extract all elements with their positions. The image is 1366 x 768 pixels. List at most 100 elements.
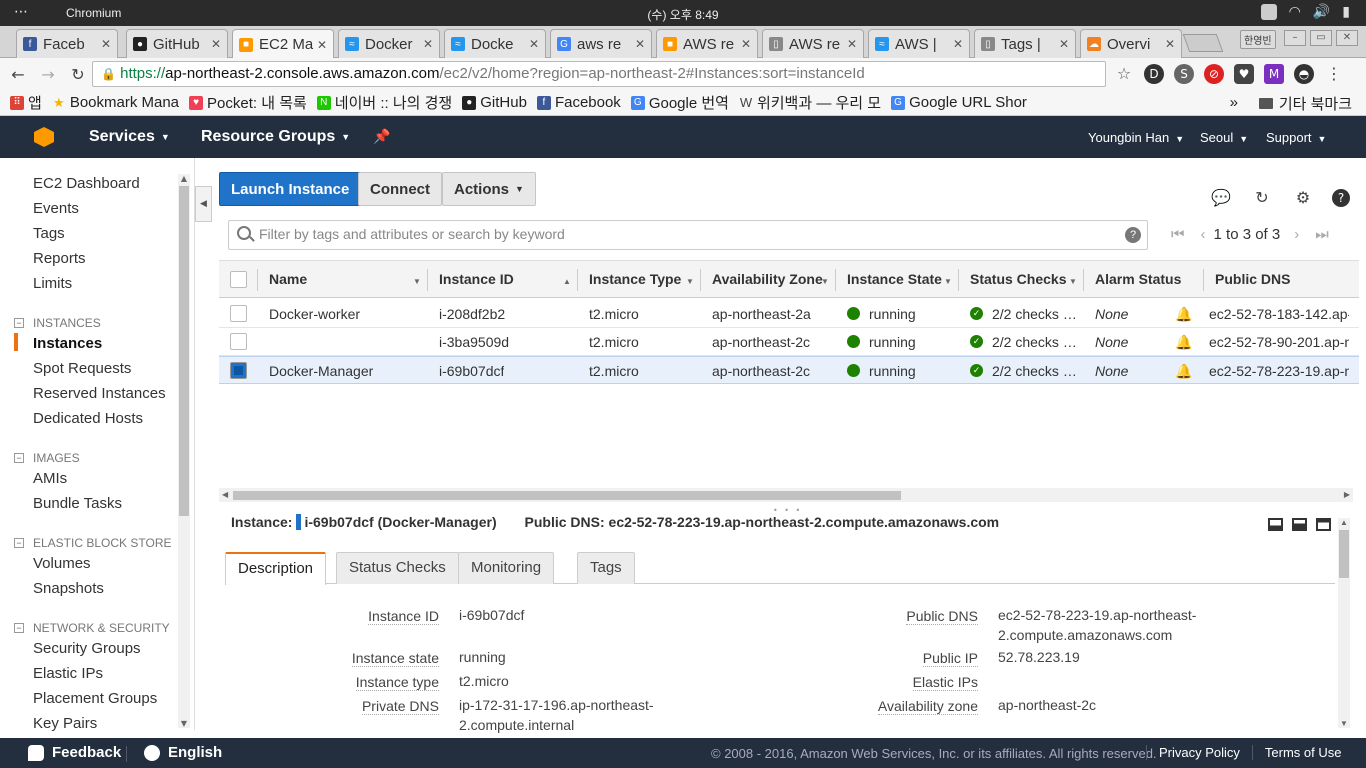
row-checkbox[interactable] bbox=[230, 305, 247, 322]
column-divider[interactable] bbox=[958, 269, 959, 291]
last-page-icon[interactable]: ⏭ bbox=[1315, 226, 1329, 243]
close-icon[interactable]: ✕ bbox=[1059, 37, 1069, 51]
services-menu[interactable]: Services ▼ bbox=[89, 128, 170, 146]
cell-status-checks[interactable]: 2/2 checks … bbox=[992, 306, 1077, 322]
scrollbar-thumb[interactable] bbox=[1339, 530, 1349, 578]
bookmark-item[interactable]: N 네이버 :: 나의 경쟁 bbox=[316, 92, 452, 113]
close-icon[interactable]: ✕ bbox=[317, 38, 327, 52]
column-header[interactable]: Alarm Status bbox=[1095, 271, 1181, 287]
reload-icon[interactable]: ↻ bbox=[66, 65, 90, 84]
gear-icon[interactable]: ⚙ bbox=[1293, 188, 1313, 208]
tab-tags[interactable]: Tags bbox=[577, 552, 635, 584]
browser-tab[interactable]: Gaws re ✕ bbox=[550, 29, 652, 58]
column-header[interactable]: Name bbox=[269, 271, 307, 287]
scroll-up-icon[interactable]: ▲ bbox=[1338, 518, 1350, 527]
close-icon[interactable]: ✕ bbox=[847, 37, 857, 51]
sidebar-section-header[interactable]: − INSTANCES bbox=[14, 316, 101, 330]
column-divider[interactable] bbox=[427, 269, 428, 291]
scroll-down-icon[interactable]: ▼ bbox=[1338, 719, 1350, 728]
pin-icon[interactable]: 📌 bbox=[373, 128, 390, 145]
resource-groups-menu[interactable]: Resource Groups ▼ bbox=[201, 128, 350, 146]
user-menu[interactable]: Youngbin Han ▼ bbox=[1088, 130, 1184, 145]
pane-max-icon[interactable] bbox=[1316, 518, 1331, 531]
filter-search-input[interactable]: Filter by tags and attributes or search … bbox=[228, 220, 1148, 250]
tab-description[interactable]: Description bbox=[225, 552, 327, 585]
update-icon[interactable] bbox=[1260, 4, 1277, 20]
sidebar-item[interactable]: Snapshots bbox=[33, 580, 104, 597]
sidebar-item[interactable]: Spot Requests bbox=[33, 360, 131, 377]
scroll-up-icon[interactable]: ▲ bbox=[178, 174, 190, 183]
column-divider[interactable] bbox=[1083, 269, 1084, 291]
feedback-button[interactable]: Feedback bbox=[28, 744, 121, 761]
pane-half-icon[interactable] bbox=[1292, 518, 1307, 531]
sort-menu-icon[interactable]: ▼ bbox=[413, 277, 421, 286]
add-alarm-icon[interactable]: 🔔 bbox=[1175, 306, 1192, 322]
terms-of-use-link[interactable]: Terms of Use bbox=[1251, 745, 1354, 760]
forward-icon[interactable]: → bbox=[36, 65, 60, 84]
sidebar-item[interactable]: Placement Groups bbox=[33, 690, 157, 707]
column-header[interactable]: Availability Zone bbox=[712, 271, 823, 287]
other-bookmarks[interactable]: 기타 북마크 bbox=[1258, 93, 1352, 114]
collapse-section-icon[interactable]: − bbox=[14, 318, 24, 328]
close-icon[interactable]: ✕ bbox=[211, 37, 221, 51]
sidebar-item[interactable]: Events bbox=[33, 200, 79, 217]
sort-menu-icon[interactable]: ▼ bbox=[944, 277, 952, 286]
close-icon[interactable]: ✕ bbox=[423, 37, 433, 51]
extension-id-icon[interactable]: D bbox=[1144, 64, 1164, 84]
sidebar-item[interactable]: Reserved Instances bbox=[33, 385, 166, 402]
close-window-icon[interactable]: ✕ bbox=[1336, 30, 1358, 46]
sidebar-item[interactable]: Elastic IPs bbox=[33, 665, 103, 682]
bookmark-item[interactable]: ♥ Pocket: 내 목록 bbox=[189, 92, 307, 113]
help-icon[interactable]: ? bbox=[1332, 189, 1350, 207]
bookmark-star-icon[interactable]: ☆ bbox=[1114, 64, 1134, 84]
sidebar-item[interactable]: Volumes bbox=[33, 555, 91, 572]
column-header[interactable]: Instance State bbox=[847, 271, 942, 287]
collapse-section-icon[interactable]: − bbox=[14, 623, 24, 633]
battery-icon[interactable]: ▮ bbox=[1342, 4, 1350, 20]
browser-tab[interactable]: f Faceb ✕ bbox=[16, 29, 118, 58]
sidebar-item[interactable]: AMIs bbox=[33, 470, 67, 487]
sort-menu-icon[interactable]: ▼ bbox=[686, 277, 694, 286]
browser-tab[interactable]: ☁ Overvi ✕ bbox=[1080, 29, 1182, 58]
sidebar-item[interactable]: Bundle Tasks bbox=[33, 495, 122, 512]
wifi-icon[interactable]: ◠ bbox=[1289, 4, 1301, 20]
collapse-sidebar-button[interactable]: ◀ bbox=[195, 186, 212, 222]
chrome-menu-icon[interactable]: ⋮ bbox=[1324, 64, 1344, 84]
sidebar-item[interactable]: Tags bbox=[33, 225, 65, 242]
new-tab-button[interactable] bbox=[1182, 34, 1224, 52]
tab-monitoring[interactable]: Monitoring bbox=[458, 552, 555, 584]
close-icon[interactable]: ✕ bbox=[953, 37, 963, 51]
region-menu[interactable]: Seoul ▼ bbox=[1200, 130, 1248, 145]
add-alarm-icon[interactable]: 🔔 bbox=[1175, 334, 1192, 350]
table-row[interactable]: Docker-Manager i-69b07dcf t2.micro ap-north… bbox=[219, 356, 1359, 384]
close-icon[interactable]: ✕ bbox=[635, 37, 645, 51]
row-checkbox[interactable] bbox=[230, 333, 247, 350]
row-checkbox[interactable] bbox=[230, 362, 247, 379]
sidebar-item[interactable]: Key Pairs bbox=[33, 715, 97, 732]
actions-button[interactable]: Actions ▼ bbox=[442, 172, 536, 206]
scroll-right-icon[interactable]: ▶ bbox=[1344, 488, 1350, 502]
sidebar-item[interactable]: Instances bbox=[33, 335, 102, 352]
browser-tab[interactable]: ■ EC2 Ma ✕ bbox=[232, 29, 334, 59]
scrollbar-thumb[interactable] bbox=[233, 491, 901, 500]
privacy-policy-link[interactable]: Privacy Policy bbox=[1146, 745, 1252, 760]
column-divider[interactable] bbox=[577, 269, 578, 291]
tab-status-checks[interactable]: Status Checks bbox=[336, 552, 459, 584]
maximize-icon[interactable]: ▭ bbox=[1310, 30, 1332, 46]
aws-logo-icon[interactable] bbox=[34, 127, 54, 147]
bookmarks-more-icon[interactable]: » bbox=[1230, 94, 1238, 111]
bookmark-item[interactable]: W 위키백과 — 우리 모 bbox=[739, 92, 881, 113]
sidebar-item[interactable]: Reports bbox=[33, 250, 86, 267]
column-divider[interactable] bbox=[700, 269, 701, 291]
add-alarm-icon[interactable]: 🔔 bbox=[1175, 363, 1192, 379]
table-row[interactable]: Docker-worker i-208df2b2 t2.micro ap-northe… bbox=[219, 300, 1359, 328]
column-header[interactable]: Status Checks bbox=[970, 271, 1066, 287]
browser-tab[interactable]: ≈ Docker ✕ bbox=[338, 29, 440, 58]
browser-tab[interactable]: ≈ Docke ✕ bbox=[444, 29, 546, 58]
bookmark-item[interactable]: ⠿ 앱 bbox=[10, 92, 42, 113]
sidebar-section-header[interactable]: − IMAGES bbox=[14, 451, 80, 465]
back-icon[interactable]: ← bbox=[6, 65, 30, 84]
sort-menu-icon[interactable]: ▼ bbox=[821, 277, 829, 286]
refresh-icon[interactable]: ↻ bbox=[1252, 188, 1272, 208]
bookmark-item[interactable]: ● GitHub bbox=[462, 94, 527, 111]
